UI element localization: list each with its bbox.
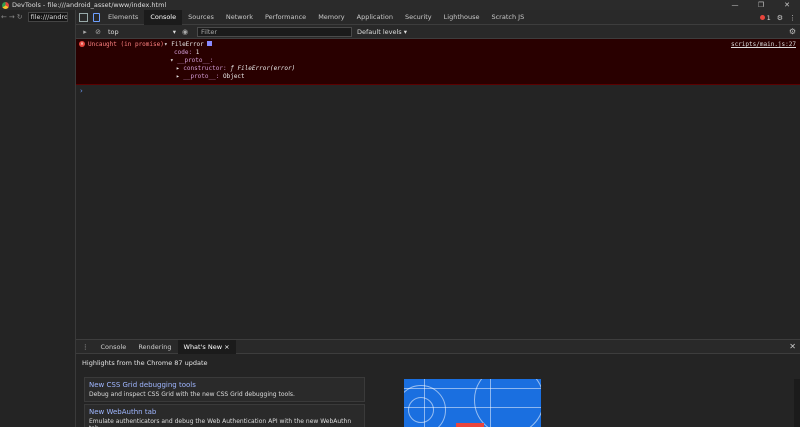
promo-illustration bbox=[404, 379, 541, 427]
card-title: New CSS Grid debugging tools bbox=[89, 381, 196, 389]
highlights-title: Highlights from the Chrome 87 update bbox=[82, 359, 208, 367]
card-title: New WebAuthn tab bbox=[89, 408, 157, 416]
constructor-value: ƒ FileError(error) bbox=[230, 65, 296, 72]
tab-console[interactable]: Console bbox=[144, 9, 183, 25]
log-levels-dropdown[interactable]: Default levels ▾ bbox=[357, 28, 407, 36]
url-field[interactable]: file:///andro bbox=[27, 12, 68, 22]
console-output: ✕ Uncaught (in promise) ▾ FileError code… bbox=[76, 39, 800, 335]
drawer-tabs: ⋮ Console Rendering What's New × ✕ bbox=[76, 339, 800, 354]
device-toolbar-icon[interactable] bbox=[93, 12, 100, 22]
card-desc: Debug and inspect CSS Grid with the new … bbox=[89, 391, 295, 398]
context-selector[interactable]: top ▾ bbox=[108, 28, 176, 36]
console-toolbar: ▸ ⊘ top ▾ ◉ Filter Default levels ▾ ⚙ bbox=[76, 25, 800, 39]
close-tab-icon[interactable]: × bbox=[224, 343, 229, 351]
proto-row[interactable]: ▾ __proto__: bbox=[170, 57, 213, 64]
constructor-label: constructor: bbox=[183, 65, 227, 72]
drawer-tab-console[interactable]: Console bbox=[95, 340, 133, 354]
window-title: DevTools - file:///android_asset/www/ind… bbox=[12, 1, 167, 9]
drawer-tab-whats-new[interactable]: What's New × bbox=[177, 339, 236, 354]
source-link[interactable]: scripts/main.js:27 bbox=[731, 41, 796, 48]
constructor-row[interactable]: ▸ constructor: ƒ FileError(error) bbox=[176, 65, 295, 72]
preview-nav: ← → ↻ file:///andro bbox=[0, 10, 75, 24]
whats-new-label: What's New bbox=[183, 342, 223, 351]
error-dot-icon bbox=[759, 15, 765, 20]
error-icon: ✕ bbox=[79, 41, 85, 47]
close-drawer-icon[interactable]: ✕ bbox=[789, 342, 796, 351]
more-options-icon[interactable]: ⋮ bbox=[789, 14, 796, 22]
error-message: ✕ Uncaught (in promise) ▾ FileError code… bbox=[76, 39, 800, 85]
clear-console-icon[interactable]: ⊘ bbox=[94, 28, 102, 36]
devtools-panel: Elements Console Sources Network Perform… bbox=[76, 9, 800, 427]
inner-proto-label: __proto__: bbox=[183, 73, 220, 80]
sidebar-toggle-icon[interactable]: ▸ bbox=[81, 28, 89, 36]
reload-icon[interactable]: ↻ bbox=[17, 13, 23, 21]
window-titlebar: DevTools - file:///android_asset/www/ind… bbox=[0, 0, 800, 10]
chrome-icon bbox=[2, 1, 9, 9]
scrollbar[interactable] bbox=[794, 379, 800, 427]
inner-proto-row[interactable]: ▸ __proto__: Object bbox=[176, 73, 245, 80]
tabs-right-controls: 1 ⚙ ⋮ bbox=[759, 10, 800, 25]
error-prefix: Uncaught (in promise) bbox=[88, 41, 164, 48]
chevron-down-icon: ▾ bbox=[172, 27, 176, 36]
tab-application[interactable]: Application bbox=[351, 10, 399, 25]
code-row: code: 1 bbox=[174, 49, 199, 56]
error-count: 1 bbox=[766, 13, 771, 22]
tab-sources[interactable]: Sources bbox=[182, 10, 220, 25]
minimize-button[interactable]: — bbox=[722, 0, 748, 10]
gear-icon[interactable]: ⚙ bbox=[777, 14, 783, 22]
tab-performance[interactable]: Performance bbox=[259, 10, 312, 25]
restore-button[interactable]: ❐ bbox=[748, 0, 774, 10]
whats-new-card[interactable]: New WebAuthn tab Emulate authenticators … bbox=[84, 404, 365, 427]
page-preview-pane: ← → ↻ file:///andro bbox=[0, 10, 76, 427]
inspect-element-icon[interactable] bbox=[79, 12, 88, 22]
info-icon bbox=[207, 41, 213, 46]
tab-scratch-js[interactable]: Scratch JS bbox=[485, 10, 530, 25]
tab-lighthouse[interactable]: Lighthouse bbox=[438, 10, 486, 25]
tab-memory[interactable]: Memory bbox=[312, 10, 350, 25]
filter-input[interactable]: Filter bbox=[197, 26, 352, 37]
drawer-tab-rendering[interactable]: Rendering bbox=[132, 340, 177, 354]
tab-elements[interactable]: Elements bbox=[102, 10, 144, 25]
inner-proto-value: Object bbox=[222, 73, 245, 80]
tab-security[interactable]: Security bbox=[399, 10, 438, 25]
code-value: 1 bbox=[195, 49, 200, 56]
close-window-button[interactable]: ✕ bbox=[774, 0, 800, 10]
panel-tabs: Elements Console Sources Network Perform… bbox=[76, 9, 800, 25]
back-icon[interactable]: ← bbox=[1, 13, 7, 21]
console-prompt[interactable]: › bbox=[80, 87, 83, 95]
error-type: FileError bbox=[171, 41, 204, 48]
eye-icon[interactable]: ◉ bbox=[181, 28, 189, 36]
proto-label: __proto__: bbox=[177, 57, 214, 64]
card-desc: Emulate authenticators and debug the Web… bbox=[89, 418, 352, 427]
whats-new-card[interactable]: New CSS Grid debugging tools Debug and i… bbox=[84, 377, 365, 402]
error-expand-toggle[interactable]: ▾ FileError bbox=[164, 41, 213, 48]
console-settings-icon[interactable]: ⚙ bbox=[789, 27, 796, 36]
forward-icon[interactable]: → bbox=[9, 13, 15, 21]
tab-network[interactable]: Network bbox=[220, 10, 259, 25]
context-value: top bbox=[108, 27, 119, 36]
error-count-badge[interactable]: 1 bbox=[759, 13, 771, 22]
window-controls: — ❐ ✕ bbox=[722, 0, 800, 10]
drawer-panel: ⋮ Console Rendering What's New × ✕ Highl… bbox=[76, 339, 800, 427]
code-label: code: bbox=[174, 49, 193, 56]
drawer-menu-icon[interactable]: ⋮ bbox=[76, 340, 95, 354]
